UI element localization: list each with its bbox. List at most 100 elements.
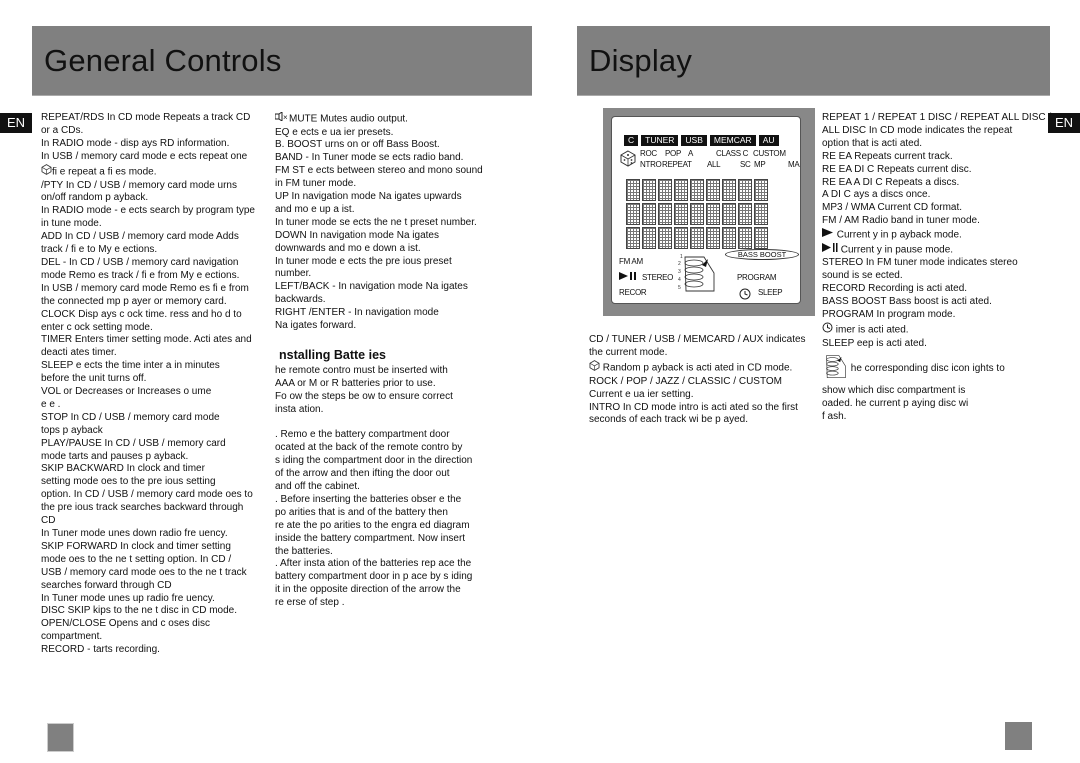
text-line-content: In USB / memory card mode e ects repeat … (41, 150, 248, 162)
dot-matrix-cell (626, 227, 640, 249)
mode-indicator: ALL (707, 160, 721, 169)
text-line: STEREO In FM tuner mode indicates stereo (822, 257, 1044, 270)
text-line-content: Current y in pause mode. (838, 244, 954, 256)
text-line-content: mode oes to the ne t setting option. In … (41, 553, 232, 565)
text-line-content: mode Remo es track / fi e from My e ecti… (41, 269, 240, 281)
text-line-content: CD (41, 515, 56, 527)
text-line-content: Current y in p ayback mode. (834, 229, 962, 241)
text-line-content: DISC SKIP kips to the ne t disc in CD mo… (41, 605, 238, 617)
text-line-content: f ash. (822, 411, 847, 423)
text-line: SKIP BACKWARD In clock and timer (41, 463, 266, 476)
text-line: INTRO In CD mode intro is acti ated so t… (589, 402, 814, 415)
text-line-content: BASS BOOST Bass boost is acti ated. (822, 295, 992, 307)
text-line: e e . (41, 399, 266, 412)
general-controls-list: REPEAT/RDS In CD mode Repeats a track CD… (41, 112, 266, 657)
dot-matrix-cell (674, 179, 688, 201)
text-line: SLEEP e ects the time inter a in minutes (41, 360, 266, 373)
text-line-content: the pre ious track searches backward thr… (41, 502, 244, 514)
text-line: MP3 / WMA Current CD format. (822, 202, 1044, 215)
dot-matrix-cell (626, 203, 640, 225)
text-line-content: MUTE Mutes audio output. (289, 113, 408, 125)
text-line: option. In CD / USB / memory card mode o… (41, 489, 266, 502)
clock-icon (739, 287, 751, 305)
text-line: SLEEP eep is acti ated. (822, 338, 1044, 351)
display-header: Display (577, 26, 1050, 96)
text-line-content: option. In CD / USB / memory card mode o… (41, 489, 253, 501)
stereo-indicator: STEREO (642, 273, 674, 282)
text-line: CD (41, 515, 266, 528)
text-line-content: . Before inserting the batteries obser e… (275, 493, 462, 505)
svg-text:1: 1 (680, 254, 683, 260)
dot-matrix-cell (738, 227, 752, 249)
page-title: Display (589, 43, 693, 78)
text-line-content: Fo ow the steps be ow to ensure correct (275, 390, 453, 402)
dot-matrix-cell (754, 203, 768, 225)
text-line: in tune mode. (41, 218, 266, 231)
text-line: . Before inserting the batteries obser e… (275, 494, 495, 507)
general-controls-header: General Controls (32, 26, 532, 96)
text-line-content: OPEN/CLOSE Opens and c oses disc (41, 618, 210, 630)
text-line-content: it in the opposite direction of the arro… (275, 584, 461, 596)
dot-matrix-cell (706, 179, 720, 201)
text-line: REPEAT/RDS In CD mode Repeats a track CD (41, 112, 266, 125)
text-line: /PTY In CD / USB / memory card mode urns (41, 180, 266, 193)
text-line: backwards. (275, 294, 495, 307)
text-line-content: or a CDs. (41, 124, 84, 136)
text-line-content: TIMER Enters timer setting mode. Acti at… (41, 334, 252, 346)
text-line-content: of the arrow and then ifting the door ou… (275, 468, 450, 480)
display-legend-list: CD / TUNER / USB / MEMCARD / AUX indicat… (589, 334, 814, 427)
text-line-content: ROCK / POP / JAZZ / CLASSIC / CUSTOM (589, 375, 782, 387)
display-legend-list-2: REPEAT 1 / REPEAT 1 DISC / REPEAT ALL DI… (822, 112, 1051, 424)
text-line: ALL DISC In CD mode indicates the repeat (822, 125, 1044, 138)
text-line-content: LEFT/BACK - In navigation mode Na igates (275, 281, 468, 293)
text-line: In Tuner mode unes up radio fre uency. (41, 593, 266, 606)
text-line-content: Current e ua ier setting. (589, 388, 694, 400)
text-line: the pre ious track searches backward thr… (41, 502, 266, 515)
text-line-content: setting mode oes to the pre ious setting (41, 476, 216, 488)
text-line: PLAY/PAUSE In CD / USB / memory card (41, 438, 266, 451)
text-line-content: ALL DISC In CD mode indicates the repeat (822, 124, 1013, 136)
text-line: STOP In CD / USB / memory card mode (41, 412, 266, 425)
text-line: tops p ayback (41, 425, 266, 438)
text-line: DOWN In navigation mode Na igates (275, 230, 495, 243)
text-line: BASS BOOST Bass boost is acti ated. (822, 296, 1044, 309)
play-icon (619, 272, 628, 282)
display-diagram: C TUNER USB MEMCAR AU FM AM STEREO RECOR 12 3… (603, 108, 815, 316)
text-line: In Tuner mode unes down radio fre uency. (41, 528, 266, 541)
text-line-content: EQ e ects e ua ier presets. (275, 126, 394, 138)
text-line-content: s iding the compartment door in the dire… (275, 455, 473, 467)
text-line: AAA or M or R batteries prior to use. (275, 378, 495, 391)
text-line-content: In RADIO mode - disp ays RD information. (41, 137, 230, 149)
text-line-content: SKIP BACKWARD In clock and timer (41, 463, 205, 475)
program-indicator: PROGRAM (737, 273, 777, 282)
random-dice-icon (589, 359, 600, 376)
text-line-content: DOWN In navigation mode Na igates (275, 229, 439, 241)
text-line-content: PLAY/PAUSE In CD / USB / memory card (41, 437, 226, 449)
text-line: and off the cabinet. (275, 481, 495, 494)
text-line-content: STEREO In FM tuner mode indicates stereo (822, 257, 1018, 269)
general-controls-list-2: × MUTE Mutes audio output. EQ e ects e ua … (274, 111, 495, 610)
dot-matrix-cell (722, 203, 736, 225)
text-line-content: FM ST e ects between stereo and mono sou… (275, 165, 483, 177)
text-line-content: mode tarts and pauses p ayback. (41, 450, 189, 462)
text-line-content: he remote contro must be inserted with (275, 364, 448, 376)
text-line-content: ADD In CD / USB / memory card mode Adds (41, 231, 239, 243)
text-line-content: option that is acti ated. (822, 137, 923, 149)
text-line-content: . After insta ation of the batteries rep… (275, 558, 472, 570)
text-line: in FM tuner mode. (275, 178, 495, 191)
text-line: RE EA DI C Repeats current disc. (822, 164, 1044, 177)
text-line: . Remo e the battery compartment door (275, 429, 495, 442)
text-line: on/off random p ayback. (41, 192, 266, 205)
text-line-content: REPEAT/RDS In CD mode Repeats a track CD (41, 112, 251, 123)
text-line: the batteries. (275, 546, 495, 559)
text-line: mode oes to the ne t setting option. In … (41, 554, 266, 567)
text-line: EQ e ects e ua ier presets. (275, 127, 495, 140)
text-line-content: INTRO In CD mode intro is acti ated so t… (589, 401, 798, 413)
text-line-content: number. (275, 268, 312, 280)
pause-icon (629, 272, 636, 282)
text-line: In USB / memory card mode e ects repeat … (41, 151, 266, 164)
text-line-content: the current mode. (589, 346, 668, 358)
text-line: he corresponding disc icon ights to (822, 351, 1044, 386)
dot-matrix-cell (722, 179, 736, 201)
text-line-content: track / fi e to My e ections. (41, 244, 158, 256)
